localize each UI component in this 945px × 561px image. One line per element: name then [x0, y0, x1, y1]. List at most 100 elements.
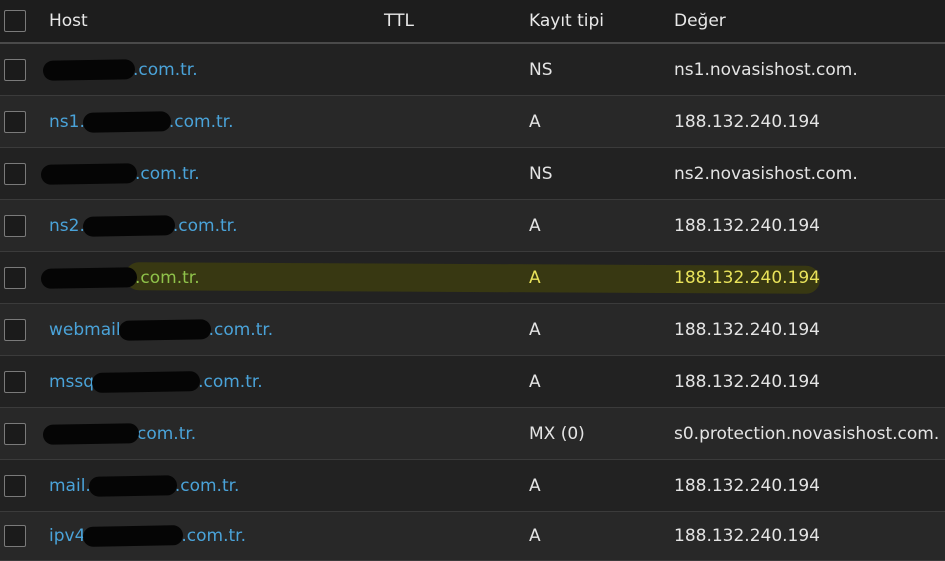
table-header: Host TTL Kayıt tipi Değer: [0, 0, 945, 44]
row-checkbox-cell: [4, 200, 30, 251]
select-all-checkbox[interactable]: [4, 10, 26, 32]
redaction-mark: [42, 422, 140, 445]
row-checkbox[interactable]: [4, 58, 26, 81]
host-link[interactable]: webmail .com.tr.: [49, 318, 274, 341]
row-checkbox[interactable]: [4, 110, 26, 133]
value-cell: 188.132.240.194: [674, 319, 821, 340]
host-suffix: .com.tr.: [198, 371, 263, 392]
redaction-mark: [42, 58, 136, 81]
host-cell: ns1. .com.tr.: [49, 96, 233, 147]
table-row-highlighted: .com.tr. A 188.132.240.194: [0, 252, 945, 304]
row-checkbox[interactable]: [4, 474, 26, 497]
row-checkbox[interactable]: [4, 214, 26, 237]
table-row: ns1. .com.tr. A 188.132.240.194: [0, 96, 945, 148]
host-link[interactable]: .com.tr.: [40, 266, 200, 289]
redaction-mark: [118, 318, 211, 341]
column-header-type[interactable]: Kayıt tipi: [529, 0, 604, 42]
row-checkbox[interactable]: [4, 318, 26, 341]
table-row: .com.tr. NS ns1.novasishost.com.: [0, 44, 945, 96]
host-suffix: .com.tr.: [133, 59, 198, 80]
value-cell: 188.132.240.194: [674, 111, 821, 132]
host-suffix: .com.tr.: [135, 163, 200, 184]
redaction-mark: [82, 110, 172, 133]
redaction-mark: [82, 214, 176, 237]
row-checkbox-cell: [4, 460, 30, 511]
value-cell: s0.protection.novasishost.com.: [674, 423, 940, 444]
host-prefix: ipv4: [49, 526, 86, 546]
type-cell: A: [529, 475, 541, 496]
host-link[interactable]: .com.tr.: [42, 58, 198, 81]
host-cell: ns2. .com.tr.: [49, 200, 237, 251]
row-checkbox[interactable]: [4, 266, 26, 289]
host-link[interactable]: ipv4 .com.tr.: [49, 525, 246, 547]
host-cell: mail. .com.tr.: [49, 460, 239, 511]
value-cell: 188.132.240.194: [674, 215, 821, 236]
host-cell: .com.tr.: [42, 44, 198, 95]
host-cell: .com.tr.: [40, 148, 200, 199]
host-link[interactable]: ns2. .com.tr.: [49, 214, 238, 237]
row-checkbox-cell: [4, 356, 30, 407]
host-suffix: .com.tr.: [168, 111, 234, 132]
host-prefix: webmail: [49, 319, 121, 340]
table-row: .com.tr. NS ns2.novasishost.com.: [0, 148, 945, 200]
column-header-host[interactable]: Host: [49, 0, 88, 42]
host-link[interactable]: mail. .com.tr.: [49, 474, 239, 497]
host-suffix: .com.tr.: [172, 215, 238, 236]
host-cell: ipv4 .com.tr.: [49, 512, 246, 560]
type-cell: MX (0): [529, 423, 585, 444]
row-checkbox-cell: [4, 96, 30, 147]
row-checkbox-cell: [4, 148, 30, 199]
host-link[interactable]: com.tr.: [42, 422, 197, 445]
host-suffix: .com.tr.: [135, 267, 200, 288]
host-prefix: mssq: [49, 371, 95, 392]
row-checkbox-cell: [4, 252, 30, 303]
type-cell: NS: [529, 163, 553, 184]
host-link[interactable]: .com.tr.: [40, 162, 200, 185]
row-checkbox-cell: [4, 408, 30, 459]
column-header-ttl[interactable]: TTL: [384, 0, 414, 42]
host-link[interactable]: mssq .com.tr.: [49, 370, 263, 393]
value-cell: 188.132.240.194: [674, 526, 821, 546]
redaction-mark: [40, 162, 138, 185]
select-all-cell: [4, 0, 30, 42]
row-checkbox[interactable]: [4, 525, 26, 547]
type-cell: A: [529, 526, 541, 546]
host-prefix: mail.: [49, 475, 91, 496]
table-row: com.tr. MX (0) s0.protection.novasishost…: [0, 408, 945, 460]
type-cell: A: [529, 111, 541, 132]
column-header-value[interactable]: Değer: [674, 0, 726, 42]
table-row: ns2. .com.tr. A 188.132.240.194: [0, 200, 945, 252]
table-row: mssq .com.tr. A 188.132.240.194: [0, 356, 945, 408]
row-checkbox[interactable]: [4, 370, 26, 393]
type-cell: A: [529, 215, 541, 236]
value-cell: ns2.novasishost.com.: [674, 163, 858, 184]
row-checkbox-cell: [4, 304, 30, 355]
host-suffix: .com.tr.: [208, 319, 274, 340]
host-suffix: com.tr.: [137, 423, 197, 444]
table-row: ipv4 .com.tr. A 188.132.240.194: [0, 512, 945, 561]
type-cell: A: [529, 371, 541, 392]
host-cell: webmail .com.tr.: [49, 304, 273, 355]
row-checkbox-cell: [4, 512, 30, 560]
type-cell: A: [529, 319, 541, 340]
redaction-mark: [91, 370, 201, 393]
host-prefix: ns1.: [49, 111, 85, 132]
host-prefix: ns2.: [49, 215, 85, 236]
row-checkbox[interactable]: [4, 422, 26, 445]
table-row: mail. .com.tr. A 188.132.240.194: [0, 460, 945, 512]
row-checkbox[interactable]: [4, 162, 26, 185]
value-cell: ns1.novasishost.com.: [674, 59, 858, 80]
dns-records-table: Host TTL Kayıt tipi Değer .com.tr. NS ns…: [0, 0, 945, 561]
host-cell: mssq .com.tr.: [49, 356, 263, 407]
row-checkbox-cell: [4, 44, 30, 95]
value-cell: 188.132.240.194: [674, 475, 821, 496]
type-cell: A: [529, 267, 541, 288]
value-cell: 188.132.240.194: [674, 267, 821, 288]
host-cell: com.tr.: [42, 408, 197, 459]
value-cell: 188.132.240.194: [674, 371, 821, 392]
redaction-mark: [83, 525, 184, 547]
host-link[interactable]: ns1. .com.tr.: [49, 110, 234, 133]
table-row: webmail .com.tr. A 188.132.240.194: [0, 304, 945, 356]
redaction-mark: [88, 474, 177, 497]
redaction-mark: [40, 266, 138, 289]
